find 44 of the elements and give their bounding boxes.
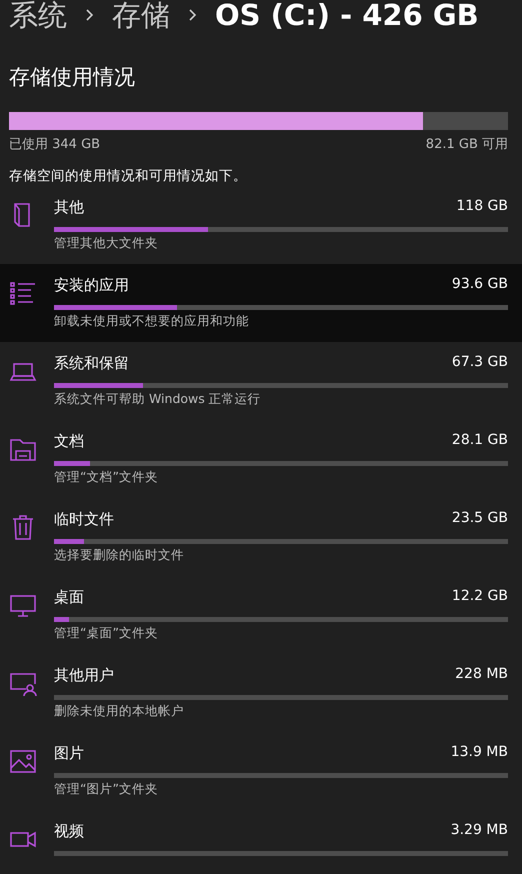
category-size: 3.29 MB xyxy=(450,821,508,840)
chevron-icon xyxy=(188,8,197,22)
category-size: 13.9 MB xyxy=(450,743,508,762)
category-row[interactable]: 文档 28.1 GB 管理“文档”文件夹 xyxy=(0,420,522,498)
category-size: 118 GB xyxy=(456,197,508,216)
category-description: 卸载未使用或不想要的应用和功能 xyxy=(54,312,250,330)
category-name[interactable]: 文档 xyxy=(54,430,84,453)
chevron-icon xyxy=(85,8,94,22)
category-size: 228 MB xyxy=(455,665,508,684)
category-description: 管理其他大文件夹 xyxy=(54,234,159,252)
breadcrumb-link[interactable]: 存储 xyxy=(112,0,170,30)
section-title: 存储使用情况 xyxy=(9,64,136,91)
category-description: 管理“图片”文件夹 xyxy=(54,780,159,798)
breadcrumb-link[interactable]: 系统 xyxy=(9,0,67,30)
category-name[interactable]: 视频 xyxy=(54,820,84,843)
category-row[interactable]: 桌面 12.2 GB 管理“桌面”文件夹 xyxy=(0,576,522,654)
category-row[interactable]: 系统和保留 67.3 GB 系统文件可帮助 Windows 正常运行 xyxy=(0,342,522,420)
category-size: 67.3 GB xyxy=(452,353,508,372)
category-name[interactable]: 其他用户 xyxy=(54,664,114,687)
category-name[interactable]: 桌面 xyxy=(54,586,84,609)
category-description: 系统文件可帮助 Windows 正常运行 xyxy=(54,390,262,408)
category-row[interactable]: 视频 3.29 MB xyxy=(0,810,522,874)
description-text: 存储空间的使用情况和可用情况如下。 xyxy=(9,167,248,186)
category-size: 12.2 GB xyxy=(452,587,508,606)
category-name[interactable]: 图片 xyxy=(54,742,84,765)
category-size: 93.6 GB xyxy=(452,275,508,294)
category-description: 管理“文档”文件夹 xyxy=(54,468,159,486)
category-row[interactable]: 其他用户 228 MB 删除未使用的本地帐户 xyxy=(0,654,522,732)
category-size: 28.1 GB xyxy=(452,431,508,450)
category-description: 选择要删除的临时文件 xyxy=(54,546,185,564)
category-name[interactable]: 系统和保留 xyxy=(54,352,129,375)
category-row[interactable]: 临时文件 23.5 GB 选择要删除的临时文件 xyxy=(0,498,522,576)
category-row[interactable]: 图片 13.9 MB 管理“图片”文件夹 xyxy=(0,732,522,810)
category-description: 删除未使用的本地帐户 xyxy=(54,702,185,720)
free-label: 82.1 GB 可用 xyxy=(426,136,508,154)
category-row[interactable]: 安装的应用 93.6 GB 卸载未使用或不想要的应用和功能 xyxy=(0,264,522,342)
used-label: 已使用 344 GB xyxy=(9,136,100,154)
category-name[interactable]: 安装的应用 xyxy=(54,274,129,297)
category-description: 管理“桌面”文件夹 xyxy=(54,624,159,642)
breadcrumb-current: OS (C:) - 426 GB xyxy=(215,0,479,30)
category-name[interactable]: 临时文件 xyxy=(54,508,114,531)
category-size: 23.5 GB xyxy=(452,509,508,528)
category-row[interactable]: 其他 118 GB 管理其他大文件夹 xyxy=(0,186,522,264)
category-name[interactable]: 其他 xyxy=(54,196,84,219)
